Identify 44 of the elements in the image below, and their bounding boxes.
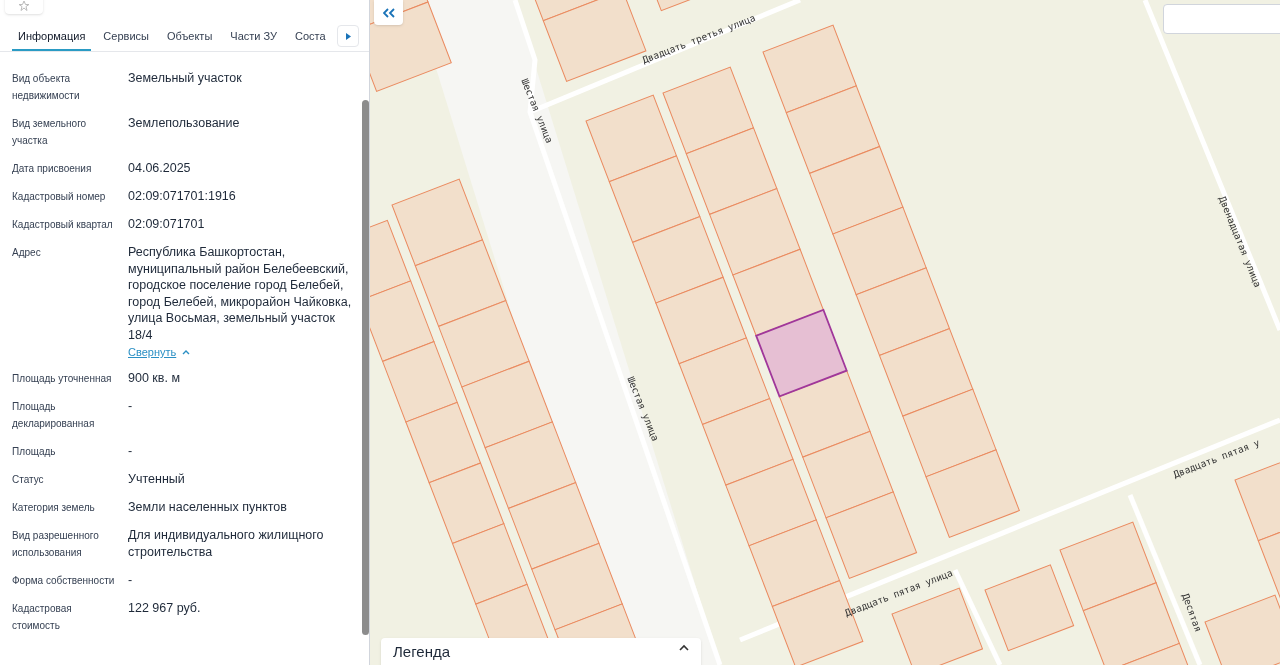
legend-title: Легенда bbox=[393, 644, 451, 660]
tab[interactable]: Объекты bbox=[160, 24, 219, 51]
field-value: 900 кв. м bbox=[128, 370, 180, 387]
field-label: Вид земельного участка bbox=[12, 117, 88, 148]
collapse-panel-button[interactable] bbox=[374, 0, 403, 25]
field-value: Для индивидуального жилищного строительства bbox=[128, 527, 325, 560]
field-value: - bbox=[128, 443, 133, 460]
field-label: Форма собственности bbox=[12, 574, 116, 588]
caret-up-icon[interactable] bbox=[679, 644, 689, 651]
field-value: Земельный участок bbox=[128, 70, 242, 87]
search-field[interactable] bbox=[1163, 4, 1280, 34]
field-value: 02:09:071701:1916 bbox=[128, 188, 236, 205]
field-label: Вид разрешенного использования bbox=[12, 529, 100, 560]
tab[interactable]: Информация bbox=[12, 24, 92, 51]
field-label: Кадастровая стоимость bbox=[12, 602, 73, 633]
field-label: Площадь уточненная bbox=[12, 372, 113, 386]
field-value: Землепользование bbox=[128, 115, 240, 132]
caret-right-icon bbox=[345, 32, 351, 40]
field-value: - bbox=[128, 572, 133, 589]
field-value: 04.06.2025 bbox=[128, 160, 191, 177]
field-value: 122 967 руб. bbox=[128, 600, 201, 617]
field-value: 02:09:071701 bbox=[128, 216, 205, 233]
field-label: Вид объекта недвижимости bbox=[12, 72, 81, 103]
field-value: Учтенный bbox=[128, 471, 185, 488]
field-label: Дата присвоения bbox=[12, 162, 93, 176]
star-icon bbox=[18, 0, 30, 12]
double-chevron-left-icon bbox=[382, 7, 395, 18]
field-value: - bbox=[128, 398, 133, 415]
field-label: Категория земель bbox=[12, 501, 96, 515]
field-label: Площадь декларированная bbox=[12, 400, 96, 431]
scrollbar-thumb[interactable] bbox=[362, 100, 369, 635]
field-value: Республика Башкортостан, муниципальный район Белебеевский, городское поселение город Белебей, город Белебей, микрорайон Чайковка, улица Восьмая, земельный участок 18/4 bbox=[128, 244, 353, 343]
field-label: Кадастровый номер bbox=[12, 190, 107, 204]
field-label: Статус bbox=[12, 473, 45, 487]
tab[interactable]: Сервисы bbox=[97, 24, 155, 51]
tab[interactable]: Части ЗУ bbox=[224, 24, 283, 51]
field-label: Площадь bbox=[12, 445, 57, 459]
field-label: Адрес bbox=[12, 246, 42, 260]
caret-up-icon bbox=[182, 349, 191, 355]
scroll-right-button[interactable] bbox=[337, 25, 359, 47]
field-value: Земли населенных пунктов bbox=[128, 499, 287, 516]
field-label: Кадастровый квартал bbox=[12, 218, 114, 232]
tab[interactable]: Соста bbox=[289, 24, 332, 51]
collapse-link[interactable]: Свернуть bbox=[128, 345, 191, 359]
